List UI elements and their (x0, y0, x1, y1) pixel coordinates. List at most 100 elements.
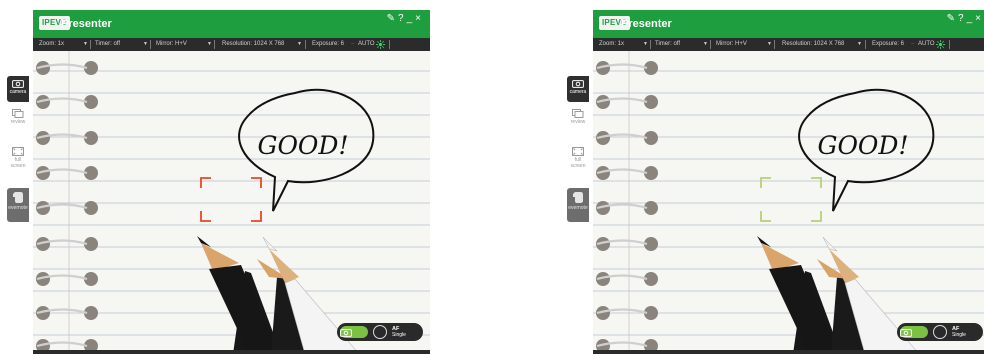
auto-exposure-icon[interactable] (936, 38, 945, 51)
camera-view[interactable]: GOOD! AF Single (33, 51, 430, 354)
zoom-caret-icon[interactable]: ▼ (641, 38, 648, 51)
capture-button[interactable] (900, 326, 928, 338)
settings-toolbar: Zoom: 1x ▼ Timer: off ▼ Mirror: H+V ▼ Re… (33, 38, 430, 51)
zoom-label: Zoom: 1x (599, 41, 625, 47)
app-title: Presenter (61, 18, 112, 30)
timer-caret-icon[interactable]: ▼ (701, 38, 708, 51)
sidebar-item-label: evernote (568, 205, 588, 211)
presenter-window-right: IPEVO Presenter ✎?_× Zoom: 1x ▼ Timer: o… (593, 10, 984, 354)
toolbar-divider (774, 40, 775, 49)
exposure-minus-icon[interactable]: – (351, 38, 354, 51)
toolbar-divider (150, 40, 151, 49)
timer-dropdown[interactable]: Timer: off (95, 38, 120, 51)
sidebar-item-label: screen (570, 163, 586, 169)
presenter-window-left: IPEVO Presenter ✎?_× Zoom: 1x ▼ Timer: o… (33, 10, 430, 354)
timer-label: Timer: off (95, 41, 121, 47)
status-bar (33, 350, 430, 354)
mirror-dropdown[interactable]: Mirror: H+V (156, 38, 187, 51)
exposure-control[interactable]: Exposure: 6 (872, 38, 904, 51)
auto-label: AUTO (918, 41, 935, 47)
auto-label: AUTO (358, 41, 375, 47)
toolbar-divider (305, 40, 306, 49)
sidebar-item-label: evernote (8, 205, 28, 211)
speech-text: GOOD! (257, 131, 348, 160)
evernote-icon (573, 192, 583, 203)
auto-exposure-icon[interactable] (376, 38, 385, 51)
resolution-dropdown[interactable]: Resolution: 1024 X 768 (222, 38, 284, 51)
af-mode: Single (952, 332, 966, 338)
zoom-dropdown[interactable]: Zoom: 1x (39, 38, 64, 51)
timer-label: Timer: off (655, 41, 681, 47)
resolution-caret-icon[interactable]: ▼ (855, 38, 862, 51)
toolbar-divider (214, 40, 215, 49)
camera-view[interactable]: GOOD! AF Single (593, 51, 984, 354)
resolution-caret-icon[interactable]: ▼ (295, 38, 302, 51)
minimize-icon[interactable]: _ (967, 13, 976, 24)
capture-bar: AF Single (897, 323, 983, 341)
help-icon[interactable]: ? (958, 13, 967, 24)
resolution-dropdown[interactable]: Resolution: 1024 X 768 (782, 38, 844, 51)
af-mode-label[interactable]: AF Single (952, 326, 966, 338)
mirror-dropdown[interactable]: Mirror: H+V (716, 38, 747, 51)
af-icon[interactable] (373, 325, 387, 339)
sidebar-item-evernote[interactable]: evernote (567, 188, 589, 222)
auto-exposure-toggle[interactable]: AUTO (918, 38, 935, 51)
app-title: Presenter (621, 18, 672, 30)
status-bar (593, 350, 984, 354)
wrench-icon[interactable]: ✎ (947, 13, 958, 24)
toolbar-divider (710, 40, 711, 49)
title-bar[interactable]: IPEVO Presenter ✎?_× (33, 10, 430, 38)
sidebar-item-review[interactable]: review (567, 106, 589, 128)
camera-icon (900, 328, 912, 337)
review-icon (572, 109, 584, 118)
sidebar-item-review[interactable]: review (7, 106, 29, 128)
full-screen-icon (572, 147, 584, 156)
sidebar-item-label: review (570, 119, 586, 125)
auto-exposure-toggle[interactable]: AUTO (358, 38, 375, 51)
sidebar-item-label: review (10, 119, 26, 125)
exposure-label: Exposure: 6 (312, 41, 345, 47)
zoom-dropdown[interactable]: Zoom: 1x (599, 38, 624, 51)
help-icon[interactable]: ? (398, 13, 407, 24)
evernote-icon (13, 192, 23, 203)
resolution-label: Resolution: 1024 X 768 (222, 41, 285, 47)
toolbar-divider (949, 40, 950, 49)
window-controls: ✎?_× (947, 13, 984, 25)
toolbar-divider (389, 40, 390, 49)
sidebar-item-full-screen[interactable]: full screen (567, 144, 589, 172)
toolbar-divider (865, 40, 866, 49)
zoom-caret-icon[interactable]: ▼ (81, 38, 88, 51)
mirror-label: Mirror: H+V (156, 41, 187, 47)
close-icon[interactable]: × (975, 13, 984, 24)
sidebar-item-camera[interactable]: camera (567, 76, 589, 102)
close-icon[interactable]: × (415, 13, 424, 24)
sidebar-item-label: camera (569, 89, 587, 95)
title-bar[interactable]: IPEVO Presenter ✎?_× (593, 10, 984, 38)
sidebar-item-camera[interactable]: camera (7, 76, 29, 102)
zoom-label: Zoom: 1x (39, 41, 65, 47)
exposure-control[interactable]: Exposure: 6 (312, 38, 344, 51)
resolution-label: Resolution: 1024 X 768 (782, 41, 845, 47)
review-icon (12, 109, 24, 118)
notebook-image: GOOD! (33, 51, 430, 354)
mirror-caret-icon[interactable]: ▼ (205, 38, 212, 51)
af-mode-label[interactable]: AF Single (392, 326, 406, 338)
toolbar-divider (650, 40, 651, 49)
camera-icon (572, 80, 584, 88)
af-icon[interactable] (933, 325, 947, 339)
mirror-caret-icon[interactable]: ▼ (765, 38, 772, 51)
timer-dropdown[interactable]: Timer: off (655, 38, 680, 51)
minimize-icon[interactable]: _ (407, 13, 416, 24)
timer-caret-icon[interactable]: ▼ (141, 38, 148, 51)
camera-icon (340, 328, 352, 337)
sidebar-item-full-screen[interactable]: full screen (7, 144, 29, 172)
exposure-minus-icon[interactable]: – (911, 38, 914, 51)
wrench-icon[interactable]: ✎ (387, 13, 398, 24)
sidebar-item-label: camera (9, 89, 27, 95)
capture-button[interactable] (340, 326, 368, 338)
exposure-label: Exposure: 6 (872, 41, 905, 47)
settings-toolbar: Zoom: 1x ▼ Timer: off ▼ Mirror: H+V ▼ Re… (593, 38, 984, 51)
speech-text: GOOD! (817, 131, 908, 160)
sidebar-item-evernote[interactable]: evernote (7, 188, 29, 222)
window-controls: ✎?_× (387, 13, 424, 25)
